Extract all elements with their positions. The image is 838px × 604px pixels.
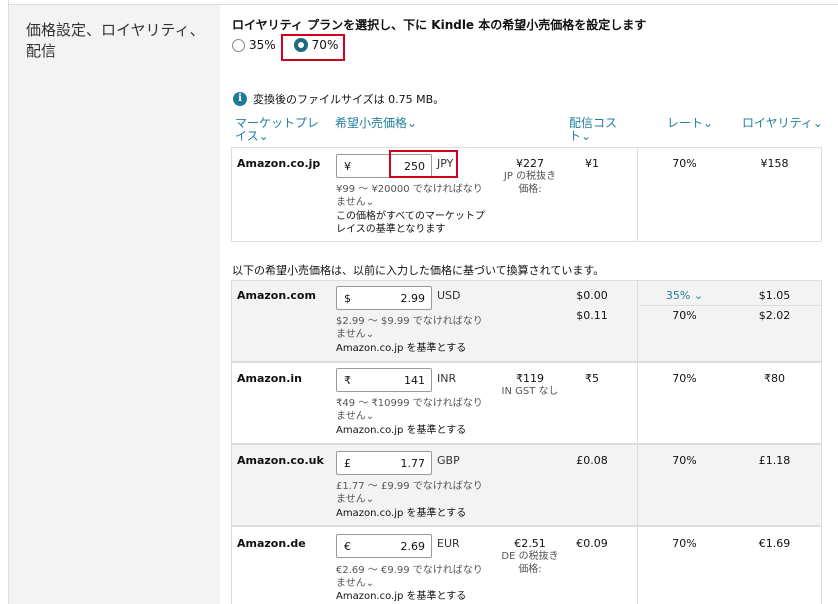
- royalty-70-highlight: [281, 34, 345, 61]
- converted-price-note: 以下の希望小売価格は、以前に入力した価格に基づいて換算されています。: [232, 264, 605, 277]
- base-note: Amazon.co.jp を基準とする: [336, 343, 467, 354]
- file-size-text: 変換後のファイルサイズは 0.75 MB。: [253, 93, 445, 106]
- royalty-heading: ロイヤリティ プランを選択し、下に Kindle 本の希望小売価格を設定します: [232, 18, 647, 32]
- rate-divider: [639, 305, 821, 306]
- file-size-info: i 変換後のファイルサイズは 0.75 MB。: [233, 91, 444, 107]
- currency-code: INR: [437, 372, 457, 385]
- price-value: 2.69: [400, 540, 426, 553]
- tax-note: DE の税抜き価格:: [501, 551, 559, 575]
- rate-dropdown[interactable]: 35% ⌄: [657, 289, 712, 302]
- rate: 70%: [672, 157, 697, 170]
- marketplace-name: Amazon.in: [237, 372, 302, 385]
- price-range-note[interactable]: $2.99 ～ $9.99 でなければなりません⌄: [336, 315, 486, 341]
- column-delivery-cost[interactable]: 配信コスト⌄: [569, 117, 619, 143]
- marketplace-row-in: Amazon.in ₹ 141 INR ₹49 ～ ₹10999 でなければなり…: [231, 362, 822, 444]
- currency-symbol: ¥: [344, 160, 351, 173]
- price-input[interactable]: € 2.69: [336, 534, 432, 558]
- column-divider: [637, 148, 638, 241]
- column-divider: [637, 363, 638, 443]
- rate-alt: 70%: [672, 309, 697, 322]
- tax-excluded-price: ¥227: [516, 157, 544, 170]
- royalty: $1.05: [758, 289, 791, 302]
- currency-symbol: £: [344, 457, 351, 470]
- delivery-cost: £0.08: [576, 454, 608, 467]
- base-price-note: この価格がすべてのマーケットプレイスの基準となります: [336, 211, 485, 235]
- tax-note: JP の税抜き価格:: [503, 171, 557, 195]
- royalty: ¥158: [760, 157, 789, 170]
- price-range-note[interactable]: £1.77 ～ £9.99 でなければなりません⌄: [336, 480, 486, 506]
- royalty-35-radio[interactable]: [232, 38, 245, 52]
- section-title: 価格設定、ロイヤリティ、配信: [26, 21, 205, 60]
- primary-price-highlight: [389, 150, 458, 178]
- currency-symbol: $: [344, 292, 351, 305]
- column-marketplace[interactable]: マーケットプレイス⌄: [235, 117, 325, 143]
- price-input[interactable]: £ 1.77: [336, 451, 432, 475]
- tax-excluded-price: ₹119: [516, 372, 544, 385]
- royalty-35-label[interactable]: 35%: [249, 38, 276, 52]
- currency-code: GBP: [437, 454, 460, 467]
- currency-code: USD: [437, 289, 461, 302]
- base-note: Amazon.co.jp を基準とする: [336, 508, 467, 519]
- column-list-price[interactable]: 希望小売価格⌄: [335, 117, 417, 130]
- price-input[interactable]: ₹ 141: [336, 368, 432, 392]
- info-icon: i: [233, 92, 247, 106]
- price-range-note[interactable]: €2.69 ～ €9.99 でなければなりません⌄: [336, 564, 486, 590]
- delivery-cost: ¥1: [585, 157, 599, 170]
- currency-symbol: ₹: [344, 374, 351, 387]
- rate: 70%: [672, 372, 697, 385]
- primary-marketplace-row: Amazon.co.jp ¥ 250 JPY ¥99 ～ ¥20000 でなけれ…: [231, 147, 822, 242]
- price-range-note[interactable]: ₹49 ～ ₹10999 でなければなりません⌄: [336, 397, 486, 423]
- price-value: 141: [404, 374, 425, 387]
- price-range-note[interactable]: ¥99 ～ ¥20000 でなければなりません⌄: [336, 183, 486, 209]
- currency-code: EUR: [437, 537, 460, 550]
- rate: 70%: [672, 537, 697, 550]
- base-note: Amazon.co.jp を基準とする: [336, 591, 467, 602]
- delivery-cost-alt: $0.11: [576, 309, 608, 322]
- tax-excluded-price: €2.51: [514, 537, 546, 550]
- price-value: 1.77: [400, 457, 426, 470]
- royalty: €1.69: [758, 537, 791, 550]
- price-input[interactable]: $ 2.99: [336, 286, 432, 310]
- royalty: £1.18: [758, 454, 791, 467]
- tax-note: IN GST なし: [501, 386, 559, 397]
- currency-symbol: €: [344, 540, 351, 553]
- royalty-alt: $2.02: [758, 309, 791, 322]
- column-divider: [637, 281, 638, 361]
- base-note: Amazon.co.jp を基準とする: [336, 425, 467, 436]
- marketplace-name: Amazon.co.jp: [237, 157, 321, 170]
- column-royalty[interactable]: ロイヤリティ⌄: [742, 117, 823, 130]
- delivery-cost: $0.00: [576, 289, 608, 302]
- price-value: 2.99: [400, 292, 426, 305]
- section-sidebar: [9, 5, 220, 604]
- column-divider: [637, 527, 638, 604]
- column-divider: [637, 445, 638, 525]
- marketplace-row-com: Amazon.com $ 2.99 USD $2.99 ～ $9.99 でなけれ…: [231, 280, 822, 362]
- marketplace-name: Amazon.co.uk: [237, 454, 324, 467]
- marketplace-name: Amazon.com: [237, 289, 316, 302]
- marketplace-row-uk: Amazon.co.uk £ 1.77 GBP £1.77 ～ £9.99 でな…: [231, 444, 822, 526]
- column-rate[interactable]: レート⌄: [667, 117, 713, 130]
- delivery-cost: ₹5: [585, 372, 599, 385]
- delivery-cost: €0.09: [576, 537, 608, 550]
- royalty: ₹80: [764, 372, 785, 385]
- marketplace-row-de: Amazon.de € 2.69 EUR €2.69 ～ €9.99 でなければ…: [231, 526, 822, 604]
- marketplace-name: Amazon.de: [237, 537, 306, 550]
- rate: 70%: [672, 454, 697, 467]
